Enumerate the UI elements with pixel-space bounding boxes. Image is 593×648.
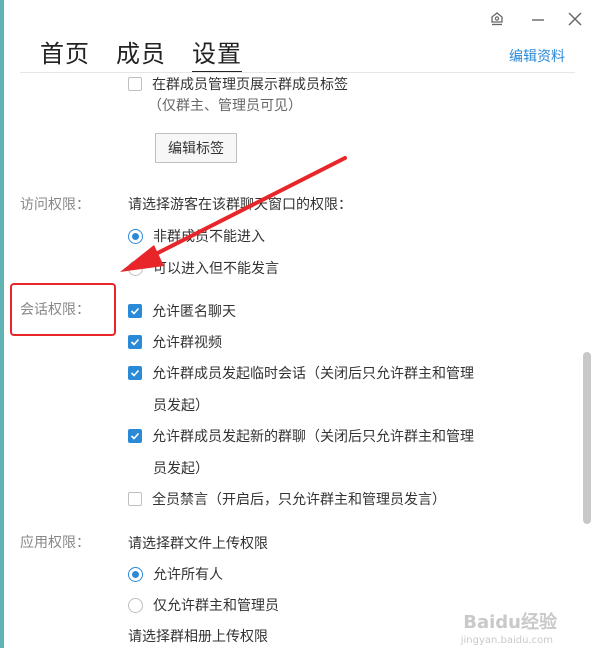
anonymous-chat-checkbox[interactable] [128, 304, 142, 318]
scrollbar-thumb[interactable] [583, 352, 591, 524]
access-permission-label: 访问权限： [20, 197, 90, 213]
minimize-icon[interactable] [527, 8, 549, 30]
file-upload-prompt: 请选择群文件上传权限 [128, 536, 268, 552]
check-icon [130, 369, 140, 377]
mute-all-checkbox[interactable] [128, 492, 142, 506]
new-group-chat-checkbox[interactable] [128, 429, 142, 443]
group-video-label: 允许群视频 [152, 335, 222, 351]
check-icon [130, 338, 140, 346]
tab-settings[interactable]: 设置 [192, 34, 242, 73]
session-option-temp-chat[interactable]: 允许群成员发起临时会话（关闭后只允许群主和管理 [128, 363, 474, 383]
temp-chat-label: 允许群成员发起临时会话（关闭后只允许群主和管理 [152, 366, 474, 382]
show-member-tags-hint: （仅群主、管理员可见） [148, 98, 302, 114]
upload-option-everyone[interactable]: 允许所有人 [128, 564, 223, 584]
group-video-checkbox[interactable] [128, 335, 142, 349]
show-member-tags-label: 在群成员管理页展示群成员标签 [152, 77, 348, 93]
session-option-new-group[interactable]: 允许群成员发起新的群聊（关闭后只允许群主和管理 [128, 426, 474, 446]
tab-members[interactable]: 成员 [116, 34, 166, 69]
show-member-tags-checkbox[interactable] [128, 77, 142, 91]
new-group-chat-label-cont: 员发起） [153, 461, 209, 477]
mute-all-label: 全员禁言（开启后，只允许群主和管理员发言） [152, 492, 446, 508]
settings-content: 在群成员管理页展示群成员标签 （仅群主、管理员可见） 编辑标签 访问权限： 请选… [0, 73, 593, 648]
check-icon [130, 307, 140, 315]
access-option-no-entry[interactable]: 非群成员不能进入 [128, 226, 265, 246]
group-settings-window: 首页 成员 设置 编辑资料 在群成员管理页展示群成员标签 （仅群主、管理员可见）… [0, 0, 593, 648]
album-upload-prompt: 请选择群相册上传权限 [128, 629, 268, 645]
access-enter-no-speak-radio[interactable] [128, 260, 143, 276]
upload-option-admins[interactable]: 仅允许群主和管理员 [128, 595, 279, 615]
upload-admins-label: 仅允许群主和管理员 [153, 598, 279, 614]
baidu-watermark: Baidu经验 [463, 612, 557, 633]
upload-admins-radio[interactable] [128, 597, 143, 613]
annotation-highlight-box [10, 283, 116, 336]
tab-home[interactable]: 首页 [40, 34, 90, 69]
baidu-watermark-url: jingyan.baidu.com [460, 635, 553, 646]
access-option-enter-no-speak[interactable]: 可以进入但不能发言 [128, 258, 279, 278]
close-icon[interactable] [564, 8, 586, 30]
temp-chat-checkbox[interactable] [128, 366, 142, 380]
session-option-anonymous[interactable]: 允许匿名聊天 [128, 301, 236, 321]
temp-chat-label-cont: 员发起） [153, 398, 209, 414]
session-option-video[interactable]: 允许群视频 [128, 332, 222, 352]
new-group-chat-label: 允许群成员发起新的群聊（关闭后只允许群主和管理 [152, 429, 474, 445]
check-icon [130, 432, 140, 440]
show-member-tags-option[interactable]: 在群成员管理页展示群成员标签 [128, 74, 348, 94]
skin-icon[interactable] [486, 8, 508, 30]
edit-tags-button[interactable]: 编辑标签 [155, 133, 237, 163]
upload-everyone-label: 允许所有人 [153, 567, 223, 583]
access-no-entry-radio[interactable] [128, 228, 143, 244]
access-permission-prompt: 请选择游客在该群聊天窗口的权限： [128, 197, 352, 213]
upload-everyone-radio[interactable] [128, 566, 143, 582]
edit-profile-link[interactable]: 编辑资料 [509, 46, 565, 66]
session-option-mute-all[interactable]: 全员禁言（开启后，只允许群主和管理员发言） [128, 489, 446, 509]
app-permission-label: 应用权限： [20, 535, 90, 551]
access-no-entry-label: 非群成员不能进入 [153, 229, 265, 245]
access-enter-no-speak-label: 可以进入但不能发言 [153, 261, 279, 277]
anonymous-chat-label: 允许匿名聊天 [152, 304, 236, 320]
